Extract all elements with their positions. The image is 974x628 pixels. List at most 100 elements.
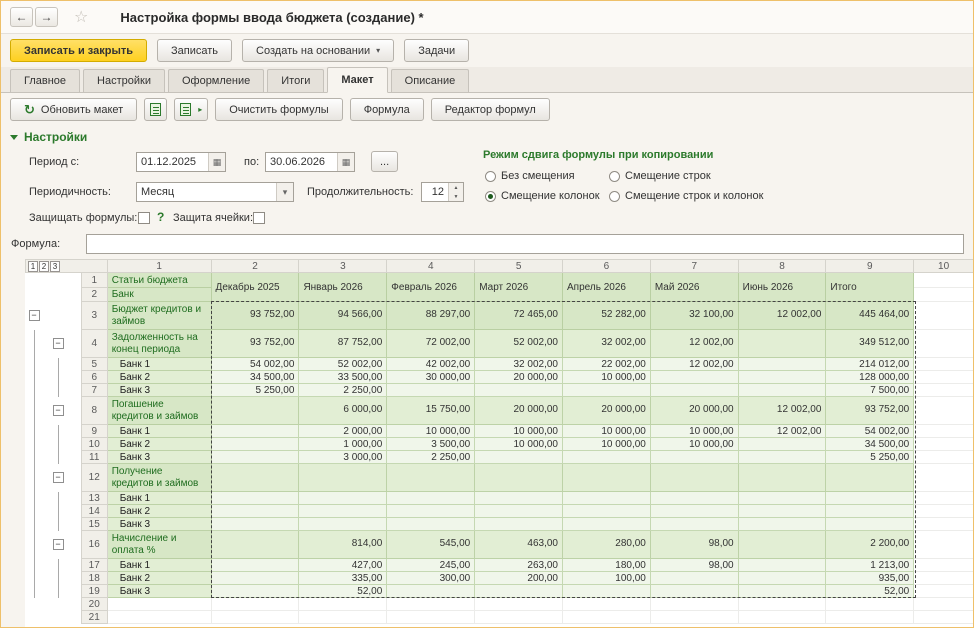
grid-cell[interactable] (387, 505, 475, 518)
grid-cell[interactable] (650, 518, 738, 531)
grid-cell[interactable] (914, 598, 974, 611)
grid-cell[interactable]: 34 500,00 (826, 438, 914, 451)
grid-cell[interactable] (387, 518, 475, 531)
grid-cell[interactable] (914, 384, 974, 397)
grid-cell[interactable]: 10 000,00 (563, 425, 651, 438)
grid-cell[interactable] (738, 518, 826, 531)
grid-cell[interactable] (475, 384, 563, 397)
grid-cell[interactable]: 545,00 (387, 531, 475, 559)
grid-cell[interactable]: 12 002,00 (650, 330, 738, 358)
formula-editor-button[interactable]: Редактор формул (431, 98, 550, 121)
grid-cell[interactable]: 2 200,00 (826, 531, 914, 559)
grid-cell[interactable] (211, 585, 299, 598)
forward-icon[interactable]: → (35, 7, 58, 27)
grid-cell[interactable]: Банк (107, 288, 211, 302)
grid-cell[interactable]: 100,00 (563, 572, 651, 585)
formula-input[interactable] (86, 234, 964, 254)
calendar-icon[interactable]: ▦ (337, 153, 354, 171)
grid-cell[interactable]: 12 002,00 (738, 397, 826, 425)
grid-cell[interactable]: 10 000,00 (387, 425, 475, 438)
grid-cell[interactable] (650, 505, 738, 518)
grid-cell[interactable]: 33 500,00 (299, 371, 387, 384)
grid-cell[interactable] (211, 559, 299, 572)
row-number[interactable]: 6 (81, 371, 107, 384)
grid-cell[interactable] (563, 585, 651, 598)
grid-cell[interactable]: 180,00 (563, 559, 651, 572)
row-label-cell[interactable]: Задолженность на конец периода (107, 330, 211, 358)
grid-cell[interactable]: Статьи бюджета (107, 273, 211, 288)
grid-cell[interactable] (738, 330, 826, 358)
month-header-cell[interactable]: Апрель 2026 (563, 273, 651, 302)
grid-cell[interactable]: 263,00 (475, 559, 563, 572)
group-level-button[interactable]: 3 (50, 261, 60, 272)
grid-cell[interactable]: 32 002,00 (475, 358, 563, 371)
grid-cell[interactable] (211, 611, 299, 624)
column-header-cell[interactable]: 10 (914, 260, 974, 273)
grid-cell[interactable] (563, 505, 651, 518)
grid-cell[interactable]: 445 464,00 (826, 302, 914, 330)
grid-cell[interactable]: 22 002,00 (563, 358, 651, 371)
grid-cell[interactable]: 10 000,00 (650, 438, 738, 451)
spinner-arrows[interactable]: ▲▼ (448, 183, 463, 201)
calendar-icon[interactable]: ▦ (208, 153, 225, 171)
grid-cell[interactable] (299, 505, 387, 518)
period-choose-button[interactable]: ... (371, 151, 398, 172)
grid-cell[interactable] (738, 451, 826, 464)
row-label-cell[interactable]: Банк 2 (107, 505, 211, 518)
row-label-cell[interactable]: Банк 3 (107, 585, 211, 598)
grid-cell[interactable] (211, 572, 299, 585)
grid-cell[interactable] (914, 505, 974, 518)
grid-cell[interactable] (299, 611, 387, 624)
formula-button[interactable]: Формула (350, 98, 424, 121)
grid-cell[interactable] (826, 464, 914, 492)
grid-cell[interactable]: 52,00 (299, 585, 387, 598)
row-number[interactable]: 13 (81, 492, 107, 505)
grid-cell[interactable] (826, 611, 914, 624)
grid-cell[interactable] (475, 492, 563, 505)
tab-settings[interactable]: Настройки (83, 69, 165, 92)
grid-cell[interactable]: 12 002,00 (650, 358, 738, 371)
row-label-cell[interactable]: Банк 1 (107, 492, 211, 505)
grid-cell[interactable]: 88 297,00 (387, 302, 475, 330)
grid-cell[interactable]: 54 002,00 (211, 358, 299, 371)
row-label-cell[interactable]: Бюджет кредитов и займов (107, 302, 211, 330)
grid-cell[interactable]: 52,00 (826, 585, 914, 598)
grid-cell[interactable]: 10 000,00 (563, 438, 651, 451)
row-number[interactable]: 15 (81, 518, 107, 531)
grid-cell[interactable]: 12 002,00 (738, 302, 826, 330)
grid-cell[interactable] (914, 451, 974, 464)
collapse-group-icon[interactable]: − (53, 539, 64, 550)
grid-cell[interactable]: 10 000,00 (563, 371, 651, 384)
tab-totals[interactable]: Итоги (267, 69, 324, 92)
grid-cell[interactable] (563, 611, 651, 624)
grid-cell[interactable] (914, 518, 974, 531)
clear-formulas-button[interactable]: Очистить формулы (215, 98, 343, 121)
row-number[interactable]: 10 (81, 438, 107, 451)
grid-cell[interactable]: 52 002,00 (299, 358, 387, 371)
save-and-close-button[interactable]: Записать и закрыть (10, 39, 147, 62)
export-layout-icon-button[interactable]: ▸ (174, 98, 208, 121)
grid-cell[interactable]: 30 000,00 (387, 371, 475, 384)
protect-cell-checkbox[interactable] (253, 212, 265, 224)
row-label-cell[interactable]: Получение кредитов и займов (107, 464, 211, 492)
grid-cell[interactable] (738, 384, 826, 397)
grid-cell[interactable] (914, 464, 974, 492)
row-number[interactable]: 4 (81, 330, 107, 358)
grid-cell[interactable] (738, 585, 826, 598)
grid-cell[interactable] (387, 585, 475, 598)
back-icon[interactable]: ← (10, 7, 33, 27)
grid-cell[interactable] (914, 572, 974, 585)
month-header-cell[interactable]: Декабрь 2025 (211, 273, 299, 302)
grid-cell[interactable] (738, 572, 826, 585)
create-based-on-button[interactable]: Создать на основании▾ (242, 39, 394, 62)
grid-cell[interactable] (914, 288, 974, 302)
tab-layout[interactable]: Макет (327, 67, 387, 93)
chevron-down-icon[interactable]: ▾ (276, 183, 293, 201)
grid-cell[interactable] (650, 384, 738, 397)
month-header-cell[interactable]: Май 2026 (650, 273, 738, 302)
grid-cell[interactable] (826, 505, 914, 518)
row-number[interactable]: 8 (81, 397, 107, 425)
grid-cell[interactable]: 52 002,00 (475, 330, 563, 358)
grid-cell[interactable]: 93 752,00 (211, 302, 299, 330)
grid-cell[interactable] (914, 273, 974, 288)
